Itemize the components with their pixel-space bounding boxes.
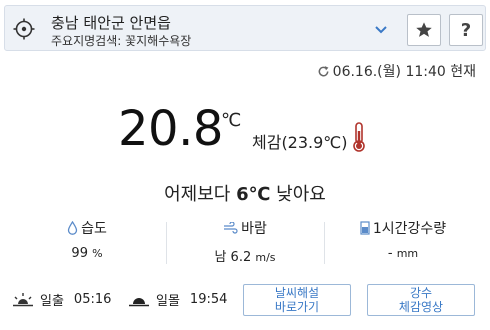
wind-icon bbox=[224, 222, 238, 234]
wind-unit: m/s bbox=[255, 251, 276, 264]
wind-label: 바람 bbox=[241, 221, 267, 237]
current-temperature: 20.8 bbox=[118, 101, 223, 157]
rainfall-label: 1시간강수량 bbox=[372, 221, 447, 237]
observation-time-text: 06.16.(월) 11:40 현재 bbox=[332, 64, 476, 80]
rainfall-value: - bbox=[387, 246, 393, 261]
droplet-icon bbox=[67, 221, 78, 235]
rain-gauge-icon bbox=[360, 221, 370, 235]
button-line-1: 날씨해설 bbox=[274, 286, 320, 300]
humidity-unit: % bbox=[92, 247, 103, 260]
precipitation-feel-video-button[interactable]: 강수 체감영상 bbox=[367, 284, 475, 316]
sunset-info: 일몰 19:54 bbox=[128, 290, 227, 309]
help-button[interactable]: ? bbox=[449, 14, 483, 46]
star-icon bbox=[416, 22, 432, 37]
comparison-prefix: 어제보다 bbox=[164, 184, 231, 205]
question-mark-icon: ? bbox=[460, 19, 472, 41]
sunrise-time: 05:16 bbox=[73, 292, 112, 307]
temperature-unit: ℃ bbox=[221, 110, 242, 131]
humidity-stat: 습도 99 % bbox=[8, 218, 166, 261]
rainfall-stat: 1시간강수량 - mm bbox=[324, 218, 482, 261]
chevron-down-icon[interactable] bbox=[371, 20, 391, 40]
sunrise-info: 일출 05:16 bbox=[12, 290, 111, 309]
comparison-value: 6℃ bbox=[236, 184, 271, 205]
sunset-label: 일몰 bbox=[156, 294, 180, 309]
location-header: 충남 태안군 안면읍 주요지명검색: 꽃지해수욕장 ? bbox=[4, 5, 486, 51]
comparison-suffix: 낮아요 bbox=[276, 184, 326, 205]
rainfall-unit: mm bbox=[396, 247, 419, 260]
humidity-label: 습도 bbox=[81, 221, 107, 237]
thermometer-icon bbox=[353, 122, 365, 152]
humidity-value: 99 bbox=[71, 246, 88, 261]
refresh-icon[interactable] bbox=[317, 65, 330, 78]
button-line-2: 체감영상 bbox=[398, 300, 444, 314]
wind-value: 남 6.2 bbox=[214, 250, 252, 265]
sunrise-icon bbox=[13, 292, 33, 306]
observation-time: 06.16.(월) 11:40 현재 bbox=[317, 61, 476, 81]
beach-weather-shortcut-button[interactable]: 날씨해설 바로가기 bbox=[243, 284, 351, 316]
button-line-1: 강수 bbox=[409, 286, 433, 300]
sunrise-label: 일출 bbox=[40, 294, 64, 309]
sunset-time: 19:54 bbox=[189, 292, 228, 307]
button-line-2: 바로가기 bbox=[274, 300, 320, 314]
favorite-button[interactable] bbox=[407, 14, 441, 46]
crosshair-target-icon[interactable] bbox=[13, 18, 35, 40]
feels-like-temperature: 체감(23.9℃) bbox=[252, 133, 348, 152]
landmark-search-text[interactable]: 주요지명검색: 꽃지해수욕장 bbox=[51, 32, 191, 49]
location-name[interactable]: 충남 태안군 안면읍 bbox=[51, 12, 171, 33]
weather-stats: 습도 99 % 바람 남 6.2 m/s 1시간강수량 - mm bbox=[0, 218, 490, 266]
sunset-icon bbox=[129, 297, 149, 306]
yesterday-comparison: 어제보다 6℃ 낮아요 bbox=[0, 180, 490, 206]
wind-stat: 바람 남 6.2 m/s bbox=[166, 218, 324, 265]
